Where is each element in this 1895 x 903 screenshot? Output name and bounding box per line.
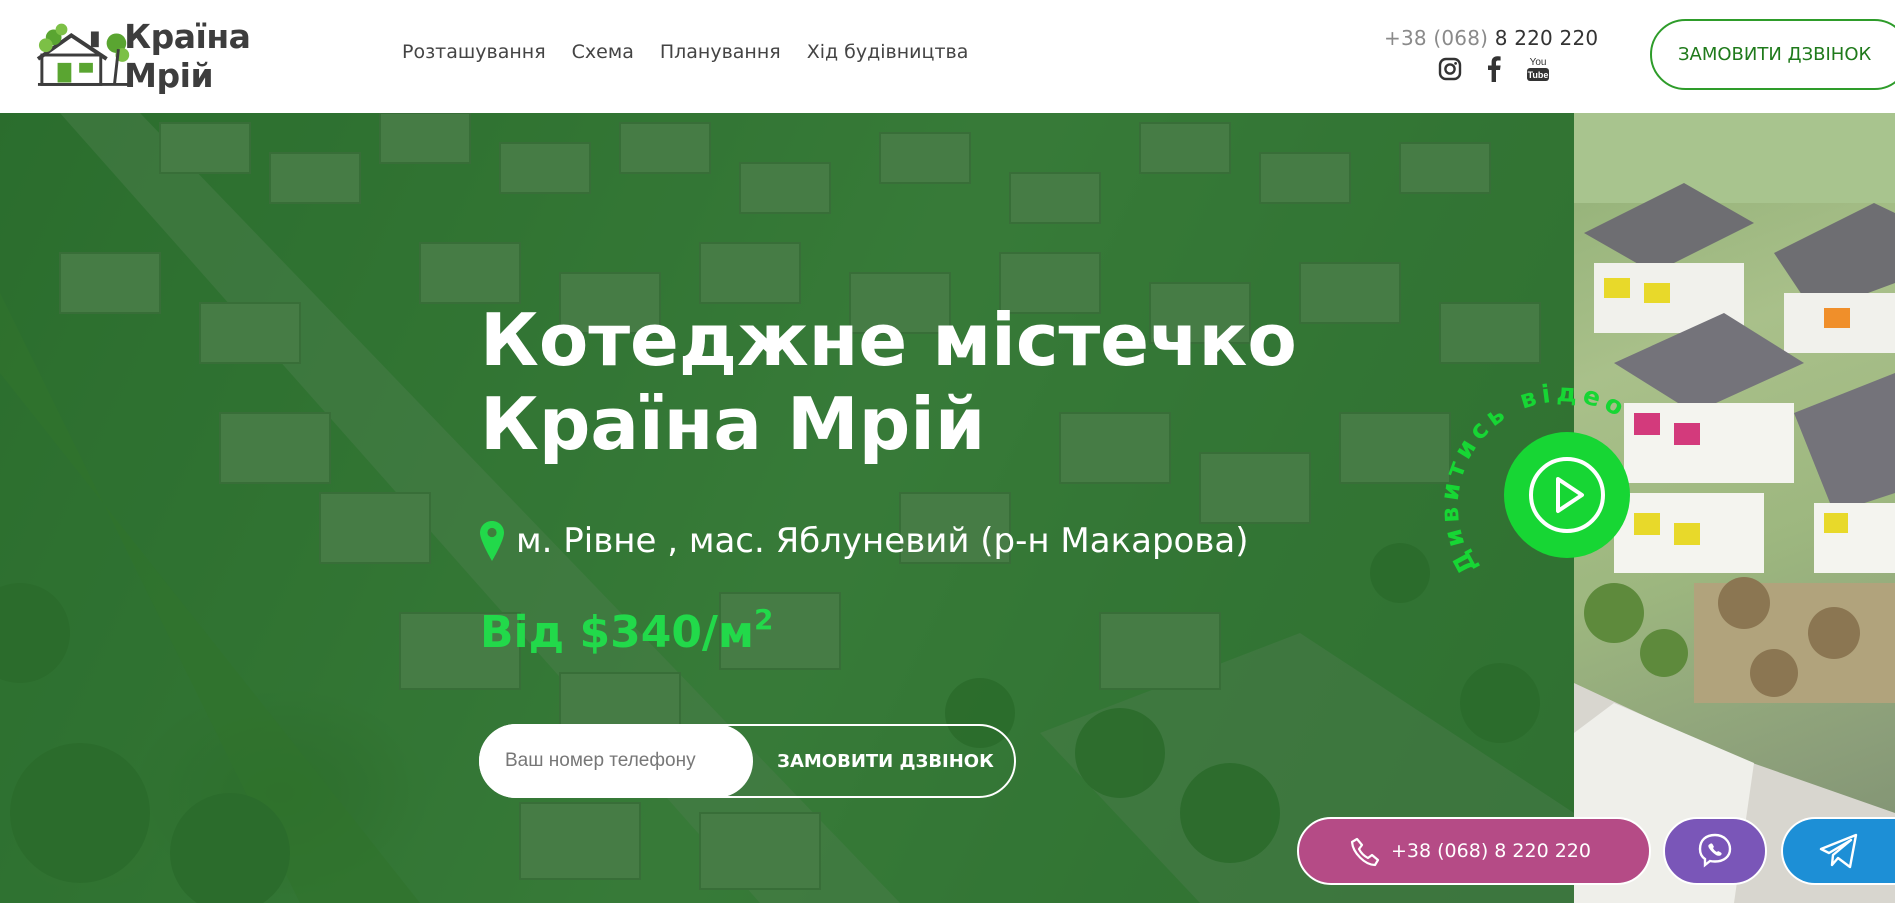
telegram-button[interactable] [1781, 817, 1895, 885]
site-header: Країна Мрій Розташування Схема Плануванн… [0, 0, 1895, 113]
viber-button[interactable] [1663, 817, 1767, 885]
price-text: Від $340/м [480, 607, 754, 658]
price-sup: 2 [753, 603, 774, 636]
facebook-icon[interactable] [1481, 56, 1507, 82]
logo-text: Країна Мрій [124, 17, 251, 95]
social-links: You Tube [1394, 56, 1594, 82]
form-submit-button[interactable]: ЗАМОВИТИ ДЗВІНОК [755, 726, 1016, 796]
svg-text:Tube: Tube [1528, 70, 1549, 80]
play-video-button[interactable] [1504, 432, 1630, 558]
instagram-icon[interactable] [1437, 56, 1463, 82]
nav-item-location[interactable]: Розташування [402, 41, 546, 63]
nav-item-scheme[interactable]: Схема [572, 41, 634, 63]
nav-item-plans[interactable]: Планування [660, 41, 781, 63]
play-icon [1529, 457, 1605, 533]
phone-number: 8 220 220 [1494, 26, 1599, 50]
hero-title: Котеджне містечко Країна Мрій [480, 298, 1297, 466]
callback-button[interactable]: ЗАМОВИТИ ДЗВІНОК [1650, 19, 1895, 90]
callback-form: ЗАМОВИТИ ДЗВІНОК [479, 724, 1016, 798]
logo[interactable]: Країна Мрій [36, 17, 346, 95]
svg-text:You: You [1530, 57, 1547, 68]
nav-item-construction[interactable]: Хід будівництва [807, 41, 969, 63]
main-nav: Розташування Схема Планування Хід будівн… [402, 41, 994, 63]
house-tree-logo-icon [36, 23, 130, 86]
map-pin-icon [480, 521, 504, 561]
hero-title-line-1: Котеджне містечко [480, 298, 1297, 382]
hero-title-line-2: Країна Мрій [480, 382, 986, 466]
location-text: м. Рівне , мас. Яблуневий (р-н Макарова) [516, 521, 1249, 561]
floating-phone-label: +38 (068) 8 220 220 [1391, 840, 1591, 862]
hero-section: Котеджне містечко Країна Мрій м. Рівне ,… [0, 113, 1895, 903]
floating-phone-button[interactable]: +38 (068) 8 220 220 [1297, 817, 1651, 885]
hero-location: м. Рівне , мас. Яблуневий (р-н Макарова) [480, 521, 1248, 561]
phone-icon [1350, 837, 1380, 867]
phone-prefix: +38 (068) [1384, 26, 1489, 50]
phone-input[interactable] [479, 724, 753, 798]
hero-price: Від $340/м2 [480, 603, 773, 658]
telegram-icon [1819, 833, 1858, 869]
viber-icon [1698, 833, 1732, 868]
header-contacts: +38 (068) 8 220 220 You Tube [1384, 26, 1598, 82]
header-phone[interactable]: +38 (068) 8 220 220 [1384, 26, 1598, 50]
youtube-icon[interactable]: You Tube [1525, 56, 1551, 82]
